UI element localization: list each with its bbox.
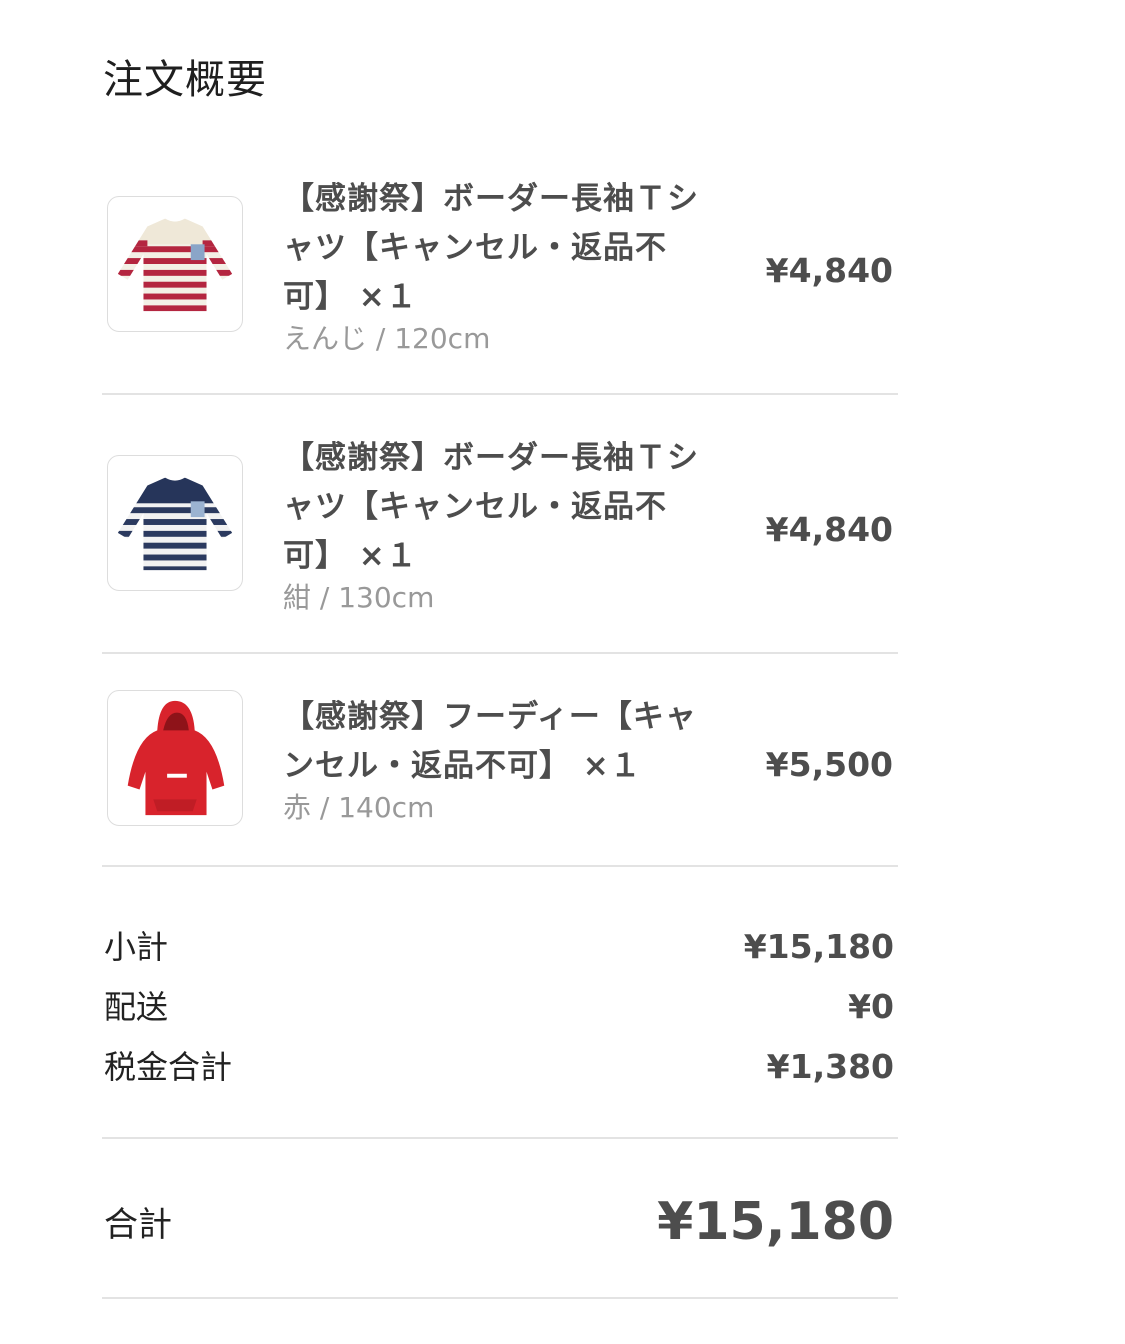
line-item: 【感謝祭】ボーダー長袖Ｔシャツ【キャンセル・返品不可】 ×１ えんじ / 120… <box>103 175 898 365</box>
product-thumbnail[interactable] <box>107 690 243 826</box>
product-thumbnail[interactable] <box>107 455 243 591</box>
divider <box>102 865 898 867</box>
product-title[interactable]: 【感謝祭】ボーダー長袖Ｔシャツ【キャンセル・返品不可】 ×１ <box>283 175 728 322</box>
product-title[interactable]: 【感謝祭】ボーダー長袖Ｔシャツ【キャンセル・返品不可】 ×１ <box>283 434 728 581</box>
divider <box>102 1297 898 1299</box>
line-item: 【感謝祭】フーディー【キャンセル・返品不可】 ×１ 赤 / 140cm ¥5,5… <box>103 690 898 833</box>
line-item: 【感謝祭】ボーダー長袖Ｔシャツ【キャンセル・返品不可】 ×１ 紺 / 130cm… <box>103 434 898 624</box>
subtotal-row: 小計 ¥15,180 <box>104 925 894 969</box>
red-striped-shirt-image <box>117 218 233 312</box>
navy-striped-shirt-image <box>117 477 233 571</box>
product-variant: 紺 / 130cm <box>283 581 435 614</box>
tax-row: 税金合計 ¥1,380 <box>104 1045 894 1089</box>
subtotal-label: 小計 <box>104 928 169 966</box>
divider <box>102 1137 898 1139</box>
subtotal-value: ¥15,180 <box>743 927 894 966</box>
tax-value: ¥1,380 <box>766 1047 894 1086</box>
product-variant: えんじ / 120cm <box>283 322 491 355</box>
product-price: ¥4,840 <box>765 510 893 549</box>
shipping-value: ¥0 <box>848 987 894 1026</box>
page-title: 注文概要 <box>103 57 267 103</box>
product-price: ¥4,840 <box>765 251 893 290</box>
product-variant: 赤 / 140cm <box>283 791 435 824</box>
shipping-row: 配送 ¥0 <box>104 985 894 1029</box>
total-label: 合計 <box>104 1205 172 1245</box>
product-thumbnail[interactable] <box>107 196 243 332</box>
shipping-label: 配送 <box>104 988 169 1026</box>
red-hoodie-image <box>127 700 225 816</box>
product-price: ¥5,500 <box>765 745 893 784</box>
divider <box>102 652 898 654</box>
tax-label: 税金合計 <box>104 1048 233 1086</box>
divider <box>102 393 898 395</box>
total-value: ¥15,180 <box>657 1192 894 1252</box>
product-title[interactable]: 【感謝祭】フーディー【キャンセル・返品不可】 ×１ <box>283 693 728 791</box>
